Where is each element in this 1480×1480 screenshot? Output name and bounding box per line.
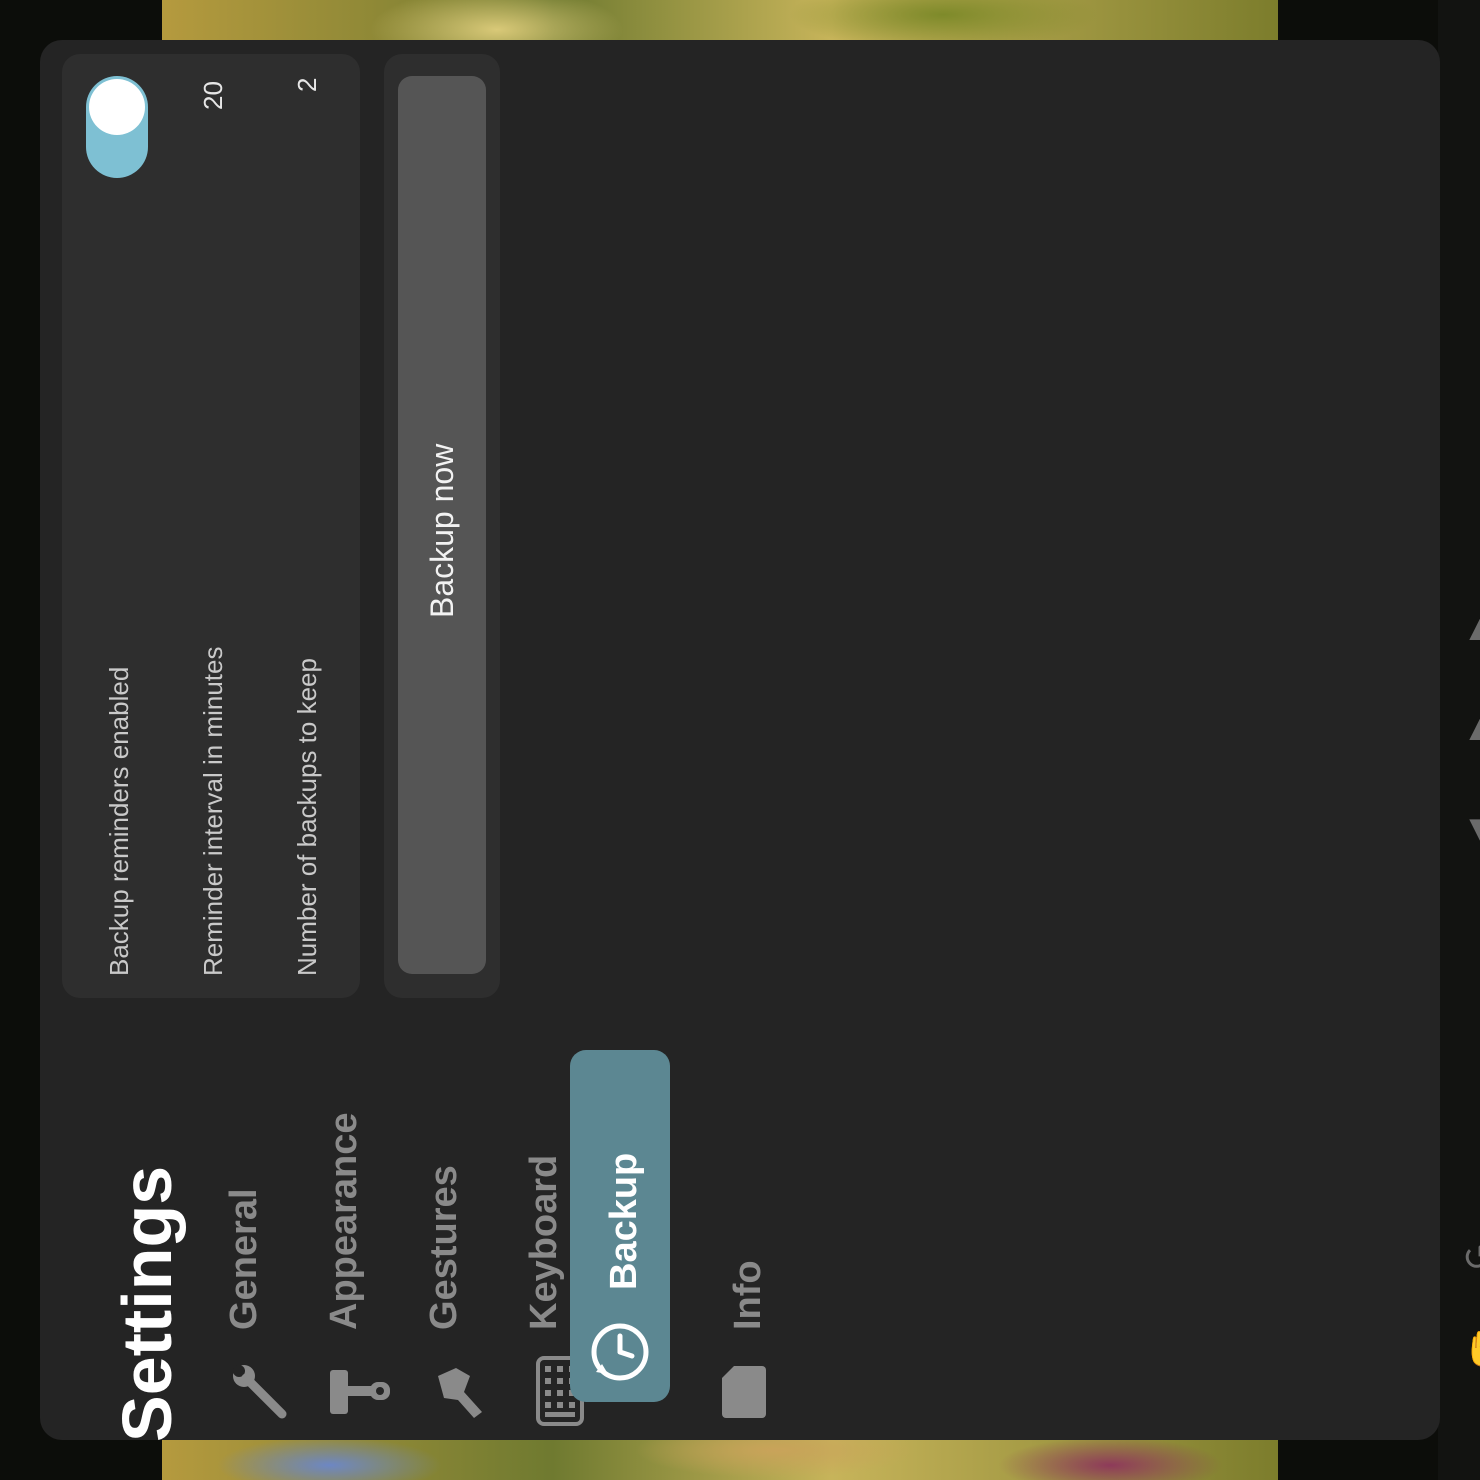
toggle-knob (89, 79, 145, 135)
wrench-icon (230, 1362, 290, 1422)
backup-clock-icon (588, 1320, 649, 1381)
nav-label-backup: Backup (603, 1152, 645, 1290)
nav-item-gestures[interactable]: Gestures (422, 1090, 524, 1440)
settings-panel: Settings General Appearance Gestures Key… (40, 40, 1440, 1442)
backups-to-keep-value[interactable]: 2 (292, 78, 322, 92)
nav-label-appearance: Appearance (323, 1112, 365, 1330)
hand-icon[interactable]: ✋ (1462, 1330, 1480, 1366)
reminders-toggle[interactable] (86, 76, 148, 178)
settings-title: Settings (108, 1165, 186, 1442)
backup-now-button[interactable]: Backup now (398, 76, 486, 974)
nav-item-general[interactable]: General (222, 1090, 324, 1440)
nav-item-appearance[interactable]: Appearance (322, 1090, 424, 1440)
reminder-interval-label: Reminder interval in minutes (198, 646, 228, 976)
nav-label-info: Info (727, 1260, 769, 1330)
reminder-interval-value[interactable]: 20 (198, 81, 228, 110)
reminders-enabled-label: Backup reminders enabled (104, 666, 134, 976)
triangle-icon[interactable]: ▲ (1462, 710, 1480, 746)
arrow-up-icon[interactable]: ▲ (1462, 610, 1480, 646)
nav-label-keyboard: Keyboard (523, 1154, 565, 1330)
paint-roller-icon (330, 1362, 390, 1422)
nav-label-general: General (223, 1188, 265, 1330)
nav-label-gestures: Gestures (423, 1165, 465, 1330)
backups-to-keep-label: Number of backups to keep (292, 658, 322, 976)
nav-item-backup[interactable]: Backup (570, 1050, 670, 1402)
hand-pointer-icon (430, 1362, 490, 1422)
nav-item-info[interactable]: Info (722, 1090, 824, 1440)
document-icon (722, 1366, 766, 1418)
backup-settings-card: Backup reminders enabled Reminder interv… (62, 54, 360, 998)
chevron-down-icon[interactable]: ▼ (1462, 810, 1480, 846)
undo-icon[interactable]: ↺ (1462, 1240, 1480, 1276)
backup-now-label: Backup now (424, 443, 460, 618)
